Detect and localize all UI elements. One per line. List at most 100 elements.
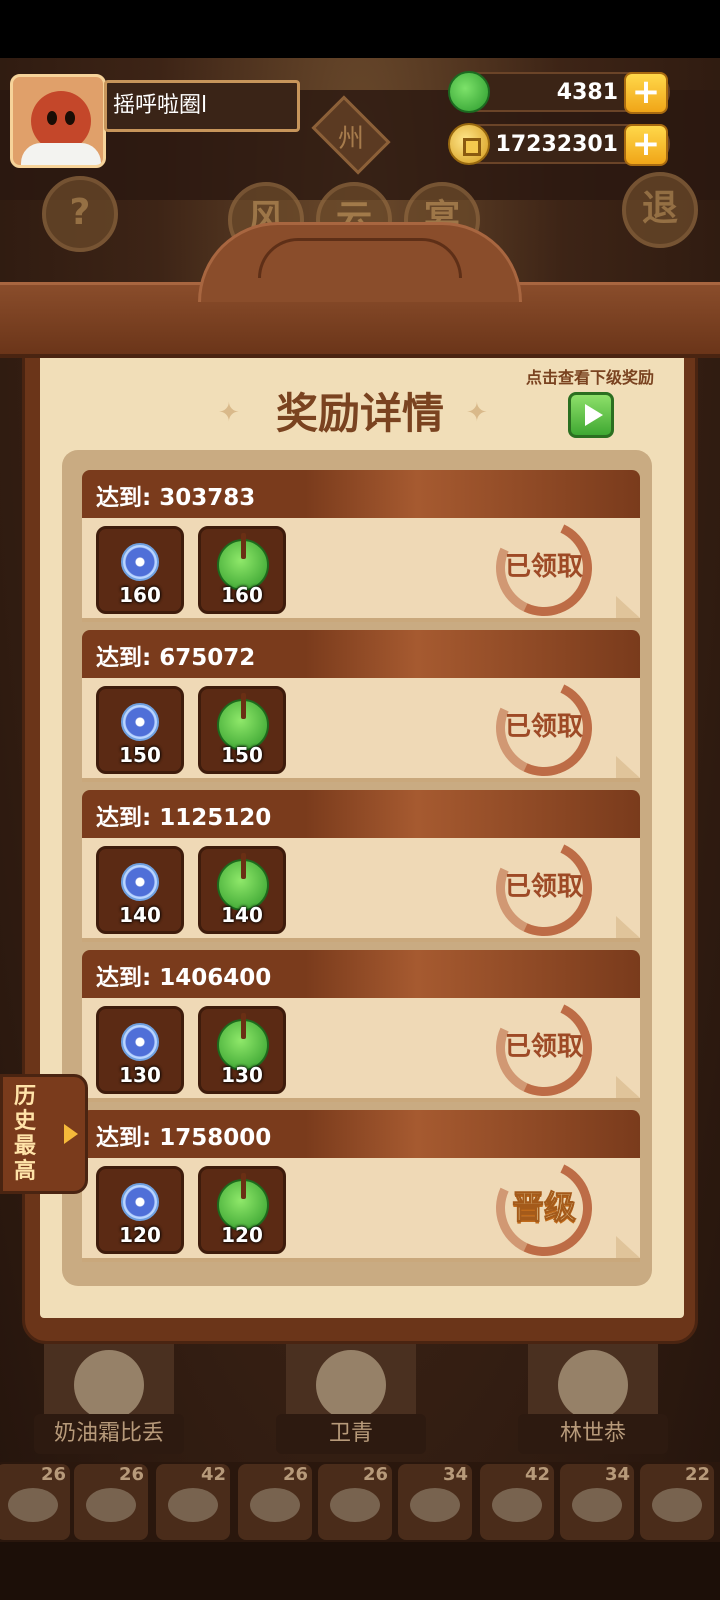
dish-count: 34 bbox=[604, 1464, 630, 1485]
reward-item-disc[interactable]: 120 bbox=[96, 1166, 184, 1254]
dish-slot[interactable]: 26 bbox=[238, 1464, 312, 1540]
reward-card: 达到: 1406400 130 130 已领取 bbox=[82, 950, 640, 1110]
reward-item-jade[interactable]: 130 bbox=[198, 1006, 286, 1094]
dish-slot[interactable]: 34 bbox=[560, 1464, 634, 1540]
reward-quantity: 150 bbox=[119, 743, 161, 767]
dish-icon bbox=[168, 1488, 218, 1522]
next-level-hint: 点击查看下级奖励 bbox=[525, 368, 654, 387]
dish-icon bbox=[330, 1488, 380, 1522]
claimed-status: 已领取 bbox=[504, 872, 583, 902]
help-button[interactable]: ? bbox=[42, 176, 118, 252]
dish-icon bbox=[86, 1488, 136, 1522]
dish-count: 42 bbox=[524, 1464, 550, 1485]
player-name: 摇呼啦圈l bbox=[104, 80, 300, 132]
claimed-status: 已领取 bbox=[504, 712, 583, 742]
promote-button[interactable]: 晋级 bbox=[494, 1182, 594, 1228]
player-avatar[interactable] bbox=[10, 74, 106, 168]
avatar-eye-icon bbox=[47, 111, 57, 125]
dish-count: 42 bbox=[200, 1464, 226, 1485]
character-name: 卫青 bbox=[276, 1414, 426, 1454]
reward-item-disc[interactable]: 140 bbox=[96, 846, 184, 934]
reward-quantity: 120 bbox=[119, 1223, 161, 1247]
reward-item-jade[interactable]: 150 bbox=[198, 686, 286, 774]
character-portrait[interactable] bbox=[286, 1344, 416, 1424]
dish-icon bbox=[492, 1488, 542, 1522]
reward-quantity: 150 bbox=[221, 743, 263, 767]
panel-title: 奖励详情 bbox=[275, 389, 444, 438]
reward-item-jade[interactable]: 120 bbox=[198, 1166, 286, 1254]
dish-icon bbox=[8, 1488, 58, 1522]
paper-fold bbox=[616, 916, 640, 938]
reward-card-header: 达到: 1125120 bbox=[82, 790, 640, 838]
exit-button[interactable]: 退 bbox=[622, 172, 698, 248]
next-level-button[interactable] bbox=[568, 392, 614, 438]
title-flower-icon: ✦ bbox=[466, 398, 488, 428]
reward-quantity: 160 bbox=[221, 583, 263, 607]
disc-icon bbox=[121, 543, 159, 581]
dish-count: 26 bbox=[282, 1464, 308, 1485]
hanging-sign-text: 州 bbox=[337, 124, 364, 154]
reward-item-jade[interactable]: 140 bbox=[198, 846, 286, 934]
reward-quantity: 120 bbox=[221, 1223, 263, 1247]
dish-icon bbox=[410, 1488, 460, 1522]
avatar-eye-icon bbox=[65, 111, 75, 125]
reward-threshold: 达到: 1758000 bbox=[96, 1125, 272, 1151]
dish-slot[interactable]: 42 bbox=[480, 1464, 554, 1540]
reward-card-body: 160 160 已领取 bbox=[82, 506, 640, 630]
disc-icon bbox=[121, 703, 159, 741]
reward-item-disc[interactable]: 150 bbox=[96, 686, 184, 774]
reward-card: 达到: 1758000 120 120 晋级 bbox=[82, 1110, 640, 1270]
dish-icon bbox=[652, 1488, 702, 1522]
reward-item-disc[interactable]: 130 bbox=[96, 1006, 184, 1094]
jade-icon bbox=[448, 71, 490, 113]
dish-count: 26 bbox=[118, 1464, 144, 1485]
coin-icon bbox=[448, 123, 490, 165]
reward-threshold: 达到: 1406400 bbox=[96, 965, 272, 991]
reward-card-header: 达到: 1406400 bbox=[82, 950, 640, 998]
character-face-icon bbox=[74, 1350, 144, 1420]
dish-count: 26 bbox=[40, 1464, 66, 1485]
disc-icon bbox=[121, 1023, 159, 1061]
reward-card-header: 达到: 675072 bbox=[82, 630, 640, 678]
character-face-icon bbox=[316, 1350, 386, 1420]
reward-item-disc[interactable]: 160 bbox=[96, 526, 184, 614]
reward-card-body: 150 150 已领取 bbox=[82, 666, 640, 790]
dish-icon bbox=[572, 1488, 622, 1522]
avatar-body-icon bbox=[21, 143, 101, 165]
add-jade-button[interactable]: + bbox=[624, 72, 668, 114]
history-best-label: 历史最高 bbox=[14, 1084, 37, 1184]
reward-card-body: 140 140 已领取 bbox=[82, 826, 640, 950]
character-portrait[interactable] bbox=[528, 1344, 658, 1424]
reward-card: 达到: 1125120 140 140 已领取 bbox=[82, 790, 640, 950]
coin-amount: 17232301 bbox=[495, 132, 618, 157]
paper-fold bbox=[616, 1236, 640, 1258]
dish-count: 34 bbox=[442, 1464, 468, 1485]
play-icon bbox=[585, 404, 603, 426]
dish-slot[interactable]: 26 bbox=[74, 1464, 148, 1540]
character-portrait[interactable] bbox=[44, 1344, 174, 1424]
disc-icon bbox=[121, 1183, 159, 1221]
reward-threshold: 达到: 675072 bbox=[96, 645, 256, 671]
reward-quantity: 130 bbox=[119, 1063, 161, 1087]
jade-amount: 4381 bbox=[556, 80, 618, 105]
add-coin-button[interactable]: + bbox=[624, 124, 668, 166]
reward-quantity: 160 bbox=[119, 583, 161, 607]
reward-card: 达到: 675072 150 150 已领取 bbox=[82, 630, 640, 790]
dish-slot[interactable]: 42 bbox=[156, 1464, 230, 1540]
claimed-status: 已领取 bbox=[504, 552, 583, 582]
paper-fold bbox=[616, 1076, 640, 1098]
reward-item-jade[interactable]: 160 bbox=[198, 526, 286, 614]
dish-slot[interactable]: 34 bbox=[398, 1464, 472, 1540]
dish-slot[interactable]: 22 bbox=[640, 1464, 714, 1540]
dish-slot[interactable]: 26 bbox=[0, 1464, 70, 1540]
reward-threshold: 达到: 1125120 bbox=[96, 805, 272, 831]
reward-card-header: 达到: 303783 bbox=[82, 470, 640, 518]
reward-card-header: 达到: 1758000 bbox=[82, 1110, 640, 1158]
bottom-bar bbox=[0, 1542, 720, 1600]
dish-icon bbox=[250, 1488, 300, 1522]
dish-count: 22 bbox=[684, 1464, 710, 1485]
reward-card-body: 120 120 晋级 bbox=[82, 1146, 640, 1270]
reward-threshold: 达到: 303783 bbox=[96, 485, 256, 511]
status-bar bbox=[0, 0, 720, 58]
dish-slot[interactable]: 26 bbox=[318, 1464, 392, 1540]
